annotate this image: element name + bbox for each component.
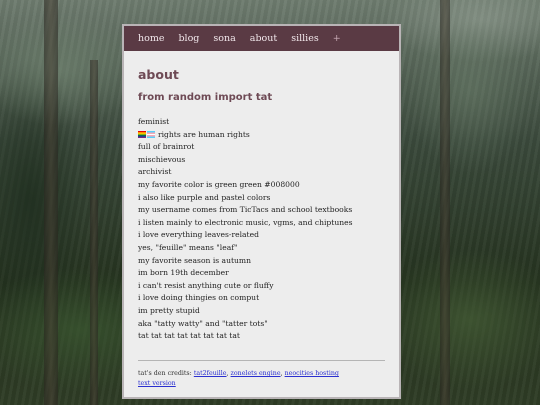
nav-home[interactable]: home	[138, 33, 164, 44]
tree-trunk	[44, 0, 58, 405]
credits-line: tat's den credits: tat2feuille, zonelets…	[138, 369, 339, 379]
nav-sona[interactable]: sona	[213, 33, 235, 44]
list-item: i love doing thingies on comput	[138, 293, 260, 303]
list-item: i also like purple and pastel colors	[138, 192, 271, 202]
list-item: yes, "feuille" means "leaf"	[138, 242, 238, 252]
list-item: feminist	[138, 117, 170, 126]
credits-separator: ,	[280, 370, 283, 377]
credit-link-neocities[interactable]: neocities hosting	[285, 370, 339, 377]
page-subtitle: from random import tat	[138, 92, 273, 103]
credit-link-zonelets[interactable]: zonelets engine	[231, 370, 281, 377]
nav-more[interactable]: +	[333, 33, 341, 44]
tree-trunk	[90, 60, 98, 405]
text-version-link[interactable]: text version	[138, 380, 176, 387]
footer-divider	[138, 360, 385, 361]
list-item: aka "tatty watty" and "tatter tots"	[138, 318, 268, 328]
top-nav: home blog sona about sillies +	[124, 26, 399, 51]
list-item: full of brainrot	[138, 142, 195, 152]
list-item: rights are human rights	[138, 129, 385, 142]
credits-label: tat's den credits:	[138, 370, 192, 377]
footer: tat's den credits: tat2feuille, zonelets…	[138, 369, 339, 388]
tree-trunk	[440, 0, 450, 405]
facts-list: feminist rights are human rights full of…	[138, 116, 385, 343]
nav-sillies[interactable]: sillies	[291, 33, 319, 44]
list-item: im pretty stupid	[138, 305, 200, 315]
list-item: im born 19th december	[138, 268, 229, 278]
list-item: i can't resist anything cute or fluffy	[138, 280, 274, 290]
rainbow-flag-icon	[138, 130, 146, 138]
list-item: my favorite color is green green #008000	[138, 179, 300, 189]
credit-link-tat2feuille[interactable]: tat2feuille	[194, 370, 227, 377]
trans-flag-icon	[147, 130, 155, 138]
list-item: i listen mainly to electronic music, vgm…	[138, 217, 353, 227]
page-content: about from random import tat feminist ri…	[124, 51, 399, 343]
page-title: about	[138, 67, 179, 82]
list-item: mischievous	[138, 154, 186, 164]
list-item: my username comes from TicTacs and schoo…	[138, 205, 353, 215]
main-panel: home blog sona about sillies + about fro…	[122, 24, 401, 399]
list-item-text: rights are human rights	[158, 129, 250, 139]
list-item: my favorite season is autumn	[138, 255, 252, 265]
list-item: tat tat tat tat tat tat tat tat	[138, 331, 240, 341]
credits-separator: ,	[226, 370, 229, 377]
list-item: archivist	[138, 167, 172, 177]
list-item: i love everything leaves-related	[138, 230, 259, 240]
nav-blog[interactable]: blog	[178, 33, 199, 44]
nav-about[interactable]: about	[250, 33, 277, 44]
